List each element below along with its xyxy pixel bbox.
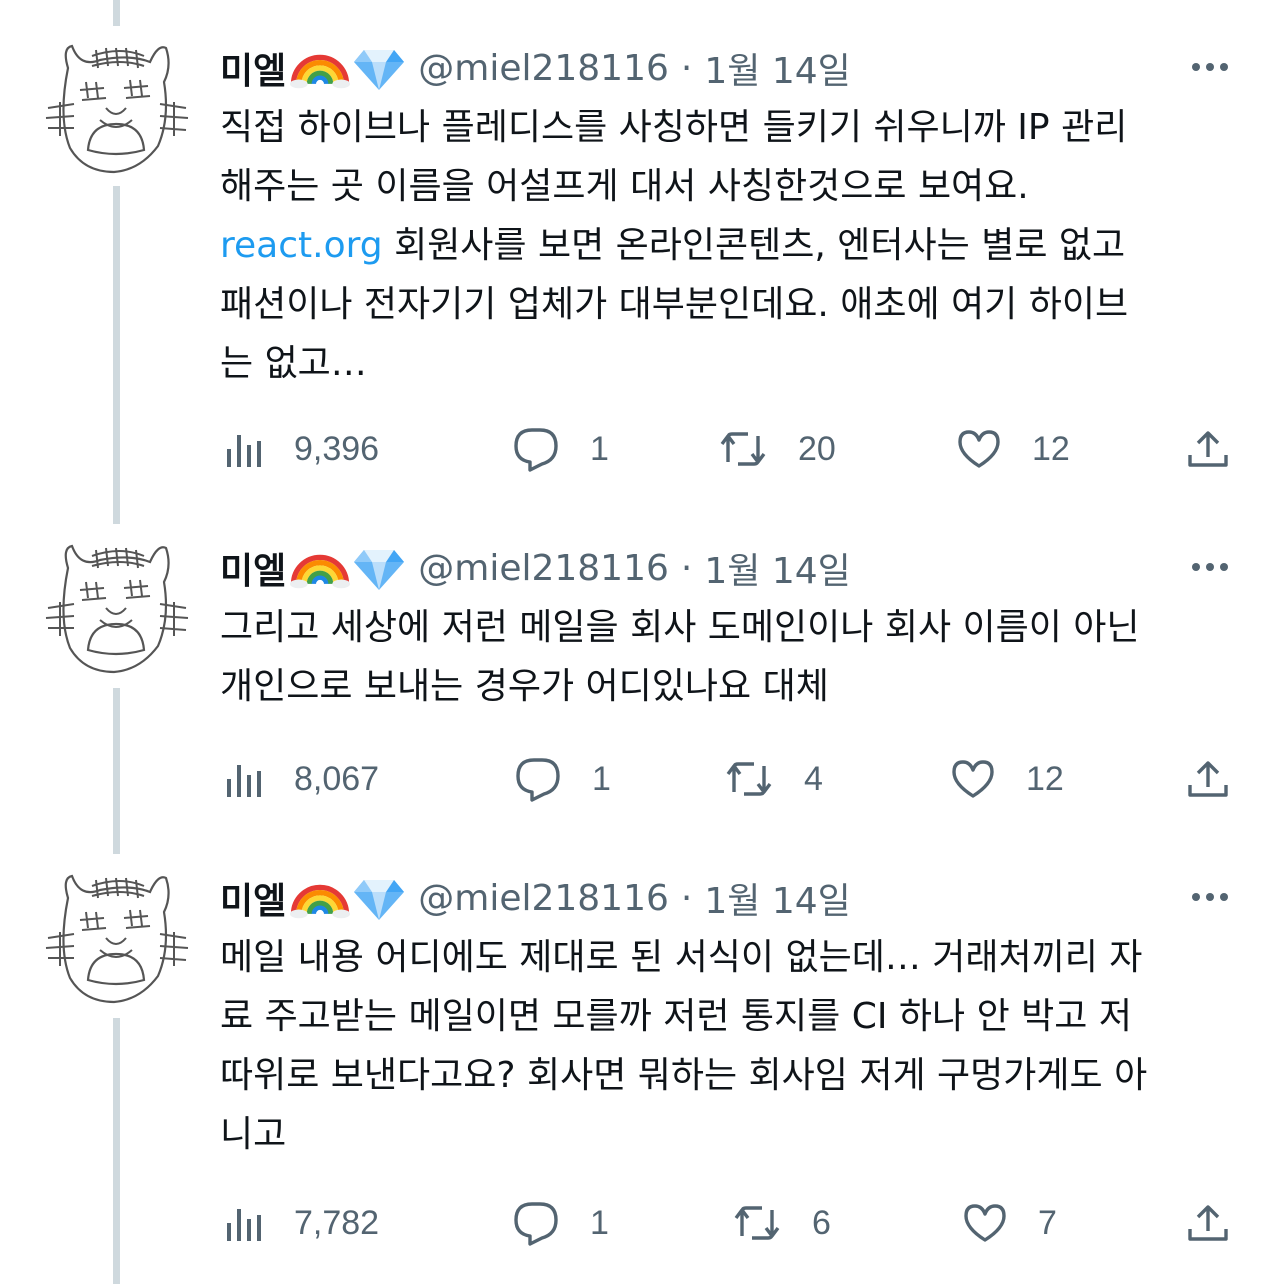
reply-count: 1	[590, 1203, 609, 1242]
separator-dot: ·	[680, 877, 693, 919]
views-count: 9,396	[294, 429, 380, 468]
retweet-count: 6	[812, 1203, 831, 1242]
share-icon	[1188, 1205, 1228, 1241]
tweet-text-line: 는 없고…	[220, 343, 367, 384]
tweet-date[interactable]: 1월 14일	[704, 542, 850, 594]
share-icon	[1188, 431, 1228, 467]
tweet-text-line: 개인으로 보내는 경우가 어디있나요 대체	[220, 666, 829, 707]
author-name[interactable]: 미엘	[220, 542, 286, 594]
share-icon	[1188, 761, 1228, 797]
tweet-header: 미엘 @miel218116 · 1월 14일	[220, 868, 851, 928]
avatar[interactable]	[40, 868, 190, 1018]
heart-icon	[958, 430, 1000, 468]
gem-emoji	[354, 874, 405, 922]
author-handle[interactable]: @miel218116	[418, 548, 669, 589]
like-count: 12	[1032, 429, 1070, 468]
views-button[interactable]: 8,067	[224, 754, 379, 804]
reply-icon	[514, 1202, 558, 1246]
rainbow-emoji	[290, 46, 350, 90]
views-count: 7,782	[294, 1203, 380, 1242]
like-button[interactable]: 12	[950, 754, 1064, 804]
retweet-icon	[734, 1206, 780, 1240]
more-options-button[interactable]	[1190, 52, 1230, 82]
avatar[interactable]	[40, 38, 190, 188]
link-react-org[interactable]: react.org	[220, 225, 383, 266]
tweet[interactable]: 미엘 @miel218116 · 1월 14일 그리고 세상에 저런 메일을 회…	[0, 538, 1284, 808]
reply-button[interactable]: 1	[512, 424, 609, 474]
tweet-text-fragment: 회원사를 보면 온라인콘텐츠, 엔터사는 별로 없고	[382, 225, 1126, 266]
more-options-button[interactable]	[1190, 552, 1230, 582]
like-count: 12	[1026, 759, 1064, 798]
like-count: 7	[1038, 1203, 1057, 1242]
more-icon	[1192, 63, 1228, 71]
share-button[interactable]	[1186, 754, 1230, 804]
gem-emoji	[354, 544, 405, 592]
tweet-text-line: 따위로 보낸다고요? 회사면 뭐하는 회사임 저게 구멍가게도 아	[220, 1055, 1148, 1096]
thread-line	[113, 0, 120, 26]
rainbow-emoji	[290, 876, 350, 920]
tweet-text-line: 그리고 세상에 저런 메일을 회사 도메인이나 회사 이름이 아닌	[220, 607, 1140, 648]
separator-dot: ·	[680, 547, 693, 589]
tweet-text: 그리고 세상에 저런 메일을 회사 도메인이나 회사 이름이 아닌 개인으로 보…	[220, 598, 1230, 716]
author-handle[interactable]: @miel218116	[418, 878, 669, 919]
tweet-text-line: 직접 하이브나 플레디스를 사칭하면 들키기 쉬우니까 IP 관리	[220, 107, 1128, 148]
views-icon	[227, 765, 261, 797]
views-button[interactable]: 7,782	[224, 1198, 379, 1248]
reply-button[interactable]: 1	[512, 1198, 609, 1248]
views-count: 8,067	[294, 759, 380, 798]
reply-icon	[516, 758, 560, 802]
views-icon	[227, 435, 261, 467]
tweet-text-line: 메일 내용 어디에도 제대로 된 서식이 없는데… 거래처끼리 자	[220, 937, 1143, 978]
reply-count: 1	[590, 429, 609, 468]
tweet-header: 미엘 @miel218116 · 1월 14일	[220, 38, 851, 98]
avatar[interactable]	[40, 538, 190, 688]
views-button[interactable]: 9,396	[224, 424, 379, 474]
like-button[interactable]: 12	[956, 424, 1070, 474]
tweet-text: 직접 하이브나 플레디스를 사칭하면 들키기 쉬우니까 IP 관리 해주는 곳 …	[220, 98, 1230, 393]
share-button[interactable]	[1186, 1198, 1230, 1248]
heart-icon	[952, 760, 994, 798]
tweet[interactable]: 미엘 @miel218116 · 1월 14일 직접 하이브나 플레디스를 사칭…	[0, 38, 1284, 488]
tweet-actions: 9,396 1 20 12	[220, 424, 1240, 474]
retweet-count: 4	[804, 759, 823, 798]
tweet-text-line: react.org 회원사를 보면 온라인콘텐츠, 엔터사는 별로 없고	[220, 216, 1230, 275]
separator-dot: ·	[680, 47, 693, 89]
tweet-text: 메일 내용 어디에도 제대로 된 서식이 없는데… 거래처끼리 자 료 주고받는…	[220, 928, 1230, 1164]
share-button[interactable]	[1186, 424, 1230, 474]
reply-count: 1	[592, 759, 611, 798]
tweet-date[interactable]: 1월 14일	[704, 872, 850, 924]
views-icon	[227, 1209, 261, 1241]
tweet-actions: 8,067 1 4 12	[220, 754, 1240, 804]
retweet-button[interactable]: 20	[718, 424, 836, 474]
tweet-text-line: 니고	[220, 1114, 287, 1155]
tweet-date[interactable]: 1월 14일	[704, 42, 850, 94]
tweet-actions: 7,782 1 6 7	[220, 1198, 1240, 1248]
heart-icon	[964, 1204, 1006, 1242]
retweet-icon	[726, 762, 772, 796]
author-name[interactable]: 미엘	[220, 42, 286, 94]
retweet-icon	[720, 432, 766, 466]
retweet-count: 20	[798, 429, 836, 468]
author-handle[interactable]: @miel218116	[418, 48, 669, 89]
like-button[interactable]: 7	[962, 1198, 1057, 1248]
more-icon	[1192, 893, 1228, 901]
rainbow-emoji	[290, 546, 350, 590]
reply-button[interactable]: 1	[514, 754, 611, 804]
more-icon	[1192, 563, 1228, 571]
retweet-button[interactable]: 6	[732, 1198, 831, 1248]
tweet-text-line: 해주는 곳 이름을 어설프게 대서 사칭한것으로 보여요.	[220, 166, 1029, 207]
gem-emoji	[354, 44, 405, 92]
tweet[interactable]: 미엘 @miel218116 · 1월 14일 메일 내용 어디에도 제대로 된…	[0, 868, 1284, 1284]
retweet-button[interactable]: 4	[724, 754, 823, 804]
author-name[interactable]: 미엘	[220, 872, 286, 924]
tweet-text-line: 패션이나 전자기기 업체가 대부분인데요. 애초에 여기 하이브	[220, 284, 1129, 325]
tweet-header: 미엘 @miel218116 · 1월 14일	[220, 538, 851, 598]
tweet-text-line: 료 주고받는 메일이면 모를까 저런 통지를 CI 하나 안 박고 저	[220, 996, 1132, 1037]
more-options-button[interactable]	[1190, 882, 1230, 912]
reply-icon	[514, 428, 558, 472]
